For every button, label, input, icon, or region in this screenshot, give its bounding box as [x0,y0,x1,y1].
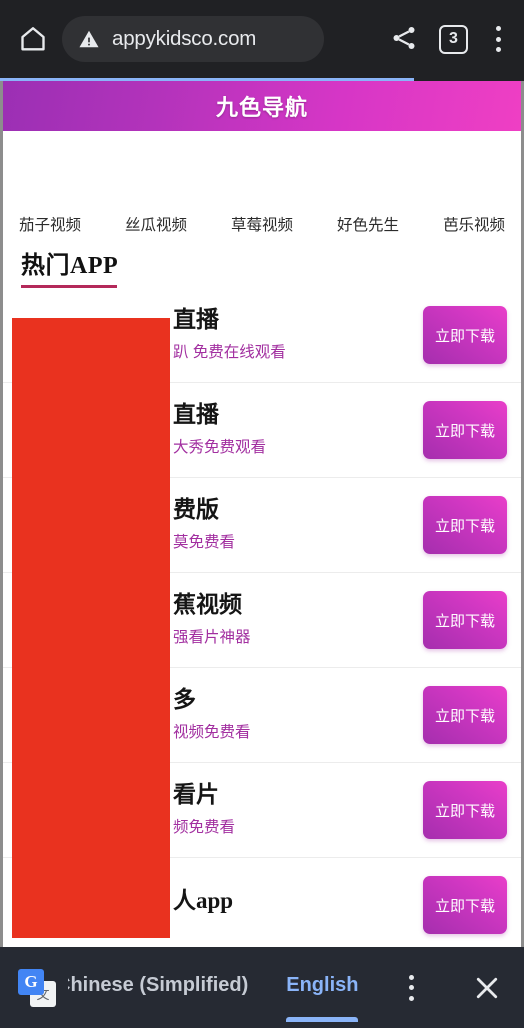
app-name: 费版 [173,496,219,522]
home-icon[interactable] [14,20,52,58]
nav-link-bale[interactable]: 芭乐视频 [443,213,505,235]
overflow-menu-icon[interactable] [486,24,510,54]
translate-source-language[interactable]: Chinese (Simplified) [68,974,248,1001]
nav-link-caomei[interactable]: 草莓视频 [231,213,293,235]
google-translate-icon: 文 G [18,968,56,1007]
app-name: 看片 [173,781,219,807]
app-description: 视频免费看 [173,724,251,742]
url-bar[interactable]: appykidsco.com [62,16,324,62]
download-button[interactable]: 立即下载 [423,306,507,364]
app-name: 人app [173,887,234,913]
close-icon[interactable] [472,973,502,1003]
nav-link-haose[interactable]: 好色先生 [337,213,399,235]
download-button[interactable]: 立即下载 [423,496,507,554]
app-description: 频免费看 [173,819,236,837]
screen-root: appykidsco.com 3 九色导航 茄子视频 丝瓜视频 草莓视频 好色先… [0,0,524,1028]
nav-link-sigua[interactable]: 丝瓜视频 [125,213,187,235]
translate-target-label: English [286,974,359,996]
red-overlay-block [12,318,170,938]
site-nav: 茄子视频 丝瓜视频 草莓视频 好色先生 芭乐视频 [3,207,521,243]
tab-counter[interactable]: 3 [439,24,468,54]
warning-triangle-icon [78,28,100,50]
ad-slot [3,131,521,207]
translate-options-icon[interactable] [400,974,422,1002]
site-header: 九色导航 [3,81,521,131]
app-description: 趴 免费在线观看 [173,344,286,362]
section-header: 热门APP [3,243,521,288]
google-translate-bar: 文 G Chinese (Simplified) English [0,947,524,1028]
url-text: appykidsco.com [112,27,257,50]
download-button[interactable]: 立即下载 [423,781,507,839]
translate-target-language[interactable]: English [286,974,359,1022]
active-tab-indicator [286,1017,359,1022]
download-button[interactable]: 立即下载 [423,591,507,649]
browser-actions: 3 [381,23,510,55]
download-button[interactable]: 立即下载 [423,876,507,934]
app-name: 蕉视频 [173,591,242,617]
nav-link-qiezi[interactable]: 茄子视频 [19,213,81,235]
app-name: 直播 [173,306,219,332]
app-description: 强看片神器 [173,629,251,647]
app-description: 大秀免费观看 [173,439,267,457]
share-icon[interactable] [389,23,421,55]
download-button[interactable]: 立即下载 [423,686,507,744]
app-description: 莫免费看 [173,534,236,552]
section-title: 热门APP [21,253,119,279]
download-button[interactable]: 立即下载 [423,401,507,459]
page-title: 九色导航 [215,95,308,120]
browser-toolbar: appykidsco.com 3 [0,0,524,78]
app-name: 直播 [173,401,219,427]
app-name: 多 [173,686,196,712]
section-underline [21,285,117,288]
